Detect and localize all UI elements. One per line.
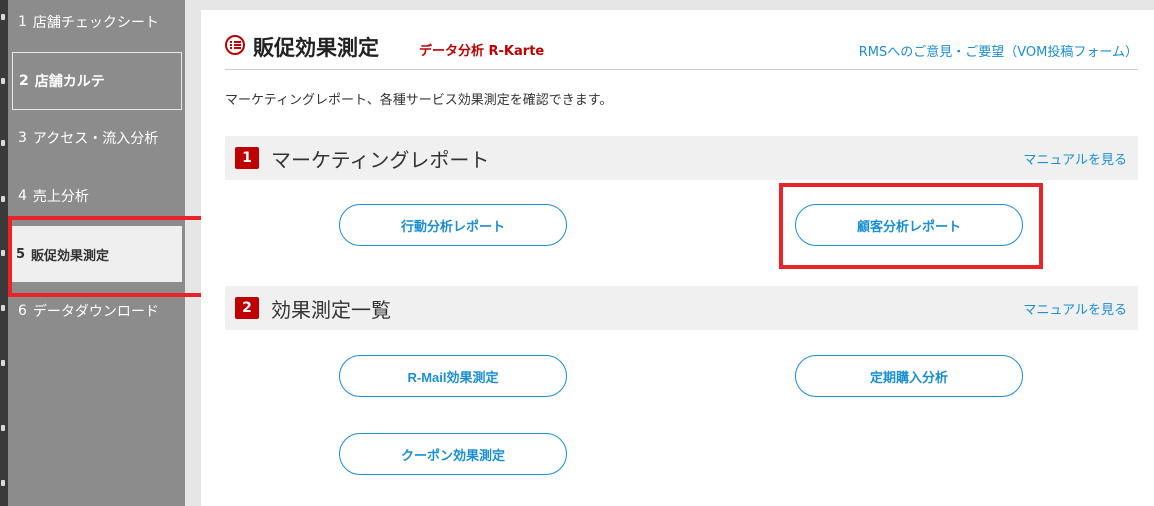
sidebar-item-label: 売上分析 [32, 189, 89, 205]
sidebar-item-label: データダウンロード [32, 304, 159, 320]
manual-link[interactable]: マニュアルを見る [1023, 149, 1127, 168]
sidebar-item-label: 店舗チェックシート [32, 15, 159, 31]
edge-glyph [1, 360, 5, 366]
subscription-analysis-button[interactable]: 定期購入分析 [795, 355, 1023, 397]
highlight-box-customer-report [779, 183, 1043, 269]
sidebar-item-label: 店舗カルテ [34, 74, 105, 90]
section-number-badge: 1 [235, 147, 259, 169]
sidebar-item-number: 4 [18, 188, 27, 204]
edge-glyph [1, 196, 5, 202]
sidebar-item-access-analysis[interactable]: 3 アクセス・流入分析 [12, 110, 182, 166]
left-edge-strip [0, 0, 8, 506]
section-header-effect-list: 2 効果測定一覧 マニュアルを見る [225, 286, 1138, 330]
page-description: マーケティングレポート、各種サービス効果測定を確認できます。 [225, 93, 613, 108]
edge-glyph [1, 425, 5, 431]
sidebar-item-label: アクセス・流入分析 [32, 131, 159, 147]
page-title: 販促効果測定 [253, 36, 379, 60]
sidebar-item-store-karte[interactable]: 2 店舗カルテ [12, 52, 182, 110]
edge-glyph [1, 480, 5, 486]
list-icon [225, 35, 245, 55]
sidebar-item-number: 6 [18, 303, 27, 319]
main-panel: 販促効果測定 データ分析 R-Karte RMSへのご意見・ご要望（VOM投稿フ… [201, 10, 1154, 506]
sidebar-item-number: 3 [18, 130, 27, 146]
edge-glyph [1, 305, 5, 311]
sidebar-item-number: 2 [19, 73, 29, 89]
page-header: 販促効果測定 データ分析 R-Karte RMSへのご意見・ご要望（VOM投稿フ… [225, 32, 1138, 70]
edge-glyph [1, 140, 5, 146]
behavior-analysis-report-button[interactable]: 行動分析レポート [339, 204, 567, 246]
section-header-marketing-report: 1 マーケティングレポート マニュアルを見る [225, 136, 1138, 180]
coupon-effect-button[interactable]: クーポン効果測定 [339, 433, 567, 475]
edge-glyph [1, 78, 5, 84]
sidebar-item-store-checksheet[interactable]: 1 店舗チェックシート [12, 0, 182, 50]
edge-glyph [1, 250, 5, 256]
section-title: マーケティングレポート [271, 148, 490, 172]
edge-glyph [1, 14, 5, 20]
section-number-badge: 2 [235, 297, 259, 319]
sidebar-item-number: 1 [18, 14, 27, 30]
highlight-box-sidebar [8, 216, 205, 297]
page-subtitle: データ分析 R-Karte [419, 44, 545, 59]
rmail-effect-button[interactable]: R-Mail効果測定 [339, 355, 567, 397]
manual-link[interactable]: マニュアルを見る [1023, 299, 1127, 318]
feedback-link[interactable]: RMSへのご意見・ご要望（VOM投稿フォーム） [859, 41, 1138, 60]
section-title: 効果測定一覧 [271, 298, 391, 322]
